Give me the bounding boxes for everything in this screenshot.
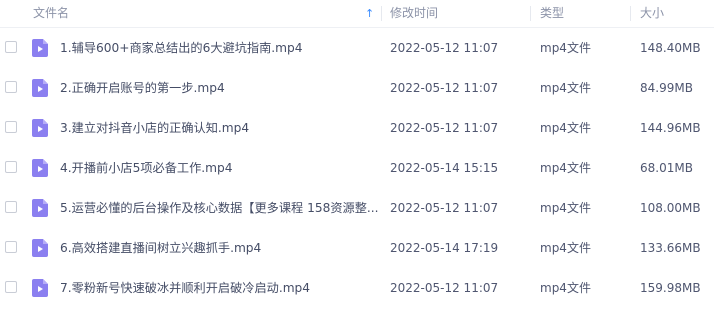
file-size: 159.98MB	[640, 281, 701, 295]
row-checkbox[interactable]	[5, 281, 17, 293]
file-modified-time: 2022-05-12 11:07	[390, 201, 499, 215]
file-name[interactable]: 7.零粉新号快速破冰并顺利开启破冷启动.mp4	[60, 268, 378, 308]
file-type: mp4文件	[540, 121, 591, 135]
file-size: 148.40MB	[640, 41, 701, 55]
column-divider	[530, 6, 531, 21]
column-header-size[interactable]: 大小	[640, 0, 664, 27]
file-modified-time: 2022-05-12 11:07	[390, 121, 499, 135]
column-divider	[381, 6, 382, 21]
sort-ascending-icon[interactable]: ↑	[365, 0, 374, 27]
file-name[interactable]: 3.建立对抖音小店的正确认知.mp4	[60, 108, 378, 148]
file-name[interactable]: 6.高效搭建直播间树立兴趣抓手.mp4	[60, 228, 378, 268]
file-size: 144.96MB	[640, 121, 701, 135]
file-modified-time: 2022-05-14 15:15	[390, 161, 499, 175]
file-size: 84.99MB	[640, 81, 693, 95]
file-type: mp4文件	[540, 161, 591, 175]
file-name[interactable]: 4.开播前小店5项必备工作.mp4	[60, 148, 378, 188]
row-checkbox[interactable]	[5, 161, 17, 173]
video-file-icon	[32, 199, 48, 217]
video-file-icon	[32, 39, 48, 57]
file-row[interactable]: 1.辅导600+商家总结出的6大避坑指南.mp4 2022-05-12 11:0…	[0, 28, 714, 68]
file-modified-time: 2022-05-12 11:07	[390, 81, 499, 95]
file-modified-time: 2022-05-12 11:07	[390, 41, 499, 55]
row-checkbox[interactable]	[5, 121, 17, 133]
file-row[interactable]: 3.建立对抖音小店的正确认知.mp4 2022-05-12 11:07 mp4文…	[0, 108, 714, 148]
file-name[interactable]: 2.正确开启账号的第一步.mp4	[60, 68, 378, 108]
file-type: mp4文件	[540, 201, 591, 215]
video-file-icon	[32, 279, 48, 297]
file-modified-time: 2022-05-12 11:07	[390, 281, 499, 295]
file-row[interactable]: 4.开播前小店5项必备工作.mp4 2022-05-14 15:15 mp4文件…	[0, 148, 714, 188]
column-divider	[630, 6, 631, 21]
column-header-type[interactable]: 类型	[540, 0, 564, 27]
file-type: mp4文件	[540, 41, 591, 55]
file-name[interactable]: 1.辅导600+商家总结出的6大避坑指南.mp4	[60, 28, 378, 68]
file-size: 133.66MB	[640, 241, 701, 255]
video-file-icon	[32, 119, 48, 137]
row-checkbox[interactable]	[5, 201, 17, 213]
file-size: 108.00MB	[640, 201, 701, 215]
file-modified-time: 2022-05-14 17:19	[390, 241, 499, 255]
file-list-header: 文件名 ↑ 修改时间 类型 大小	[0, 0, 714, 28]
file-row[interactable]: 6.高效搭建直播间树立兴趣抓手.mp4 2022-05-14 17:19 mp4…	[0, 228, 714, 268]
row-checkbox[interactable]	[5, 41, 17, 53]
video-file-icon	[32, 79, 48, 97]
file-row[interactable]: 2.正确开启账号的第一步.mp4 2022-05-12 11:07 mp4文件 …	[0, 68, 714, 108]
column-header-name[interactable]: 文件名	[33, 0, 69, 27]
file-name[interactable]: 5.运营必懂的后台操作及核心数据【更多课程 158资源整...	[60, 188, 378, 228]
file-type: mp4文件	[540, 281, 591, 295]
file-row[interactable]: 5.运营必懂的后台操作及核心数据【更多课程 158资源整... 2022-05-…	[0, 188, 714, 228]
file-type: mp4文件	[540, 241, 591, 255]
file-type: mp4文件	[540, 81, 591, 95]
row-checkbox[interactable]	[5, 81, 17, 93]
row-checkbox[interactable]	[5, 241, 17, 253]
file-row[interactable]: 7.零粉新号快速破冰并顺利开启破冷启动.mp4 2022-05-12 11:07…	[0, 268, 714, 308]
video-file-icon	[32, 239, 48, 257]
column-header-modified[interactable]: 修改时间	[390, 0, 438, 27]
video-file-icon	[32, 159, 48, 177]
file-size: 68.01MB	[640, 161, 693, 175]
